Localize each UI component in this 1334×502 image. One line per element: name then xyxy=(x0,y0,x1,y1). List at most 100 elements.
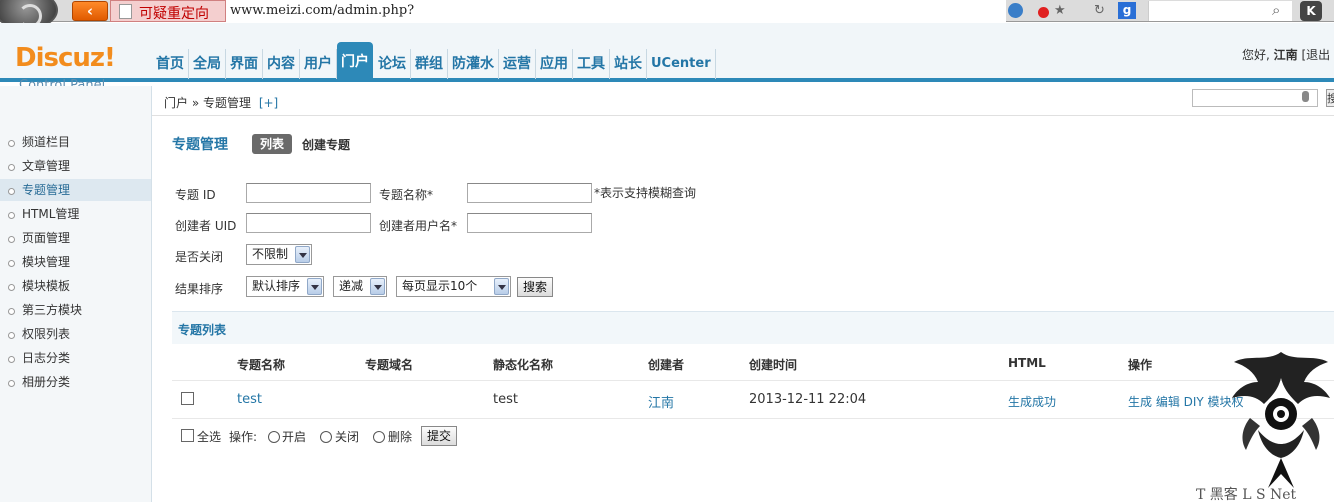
nav-ucenter[interactable]: UCenter xyxy=(647,49,716,79)
col-html: HTML xyxy=(1008,356,1046,370)
order-select[interactable]: 递减 xyxy=(333,276,387,297)
operation-label: 操作: xyxy=(229,430,258,444)
sidebar-item-block-templates[interactable]: 模块模板 xyxy=(0,275,151,297)
row-created-time: 2013-12-11 22:04 xyxy=(749,392,867,407)
col-topic-name: 专题名称 xyxy=(237,358,286,372)
main-nav: 首页 全局 界面 内容 用户 门户 论坛 群组 防灌水 运营 应用 工具 站长 … xyxy=(152,40,716,82)
search-button[interactable]: 搜索 xyxy=(517,277,553,297)
row-actions[interactable]: 生成 编辑 DIY 模块权 xyxy=(1128,393,1244,410)
sidebar-item-articles[interactable]: 文章管理 xyxy=(0,155,151,177)
reload-icon[interactable]: ↻ xyxy=(1094,3,1105,18)
topic-id-label: 专题 ID xyxy=(175,188,216,202)
block-icon[interactable] xyxy=(1038,7,1049,18)
topic-id-input[interactable] xyxy=(246,183,371,203)
watermark-text: T 黑客 L S Net xyxy=(1196,487,1297,502)
user-greeting: 您好, 江南 [退出 xyxy=(1242,46,1330,63)
topic-list-header: 专题列表 xyxy=(172,311,1334,344)
chevron-down-icon xyxy=(494,278,509,295)
row-topic-name[interactable]: test xyxy=(237,392,262,407)
per-page-select[interactable]: 每页显示10个 xyxy=(396,276,511,297)
chevron-down-icon xyxy=(307,278,322,295)
sidebar: 频道栏目 文章管理 专题管理 HTML管理 页面管理 模块管理 模块模板 第三方… xyxy=(0,86,152,502)
row-html-status[interactable]: 生成成功 xyxy=(1008,393,1056,410)
topic-list-heading: 专题列表 xyxy=(178,323,227,337)
select-all-label: 全选 xyxy=(197,430,222,444)
nav-groups[interactable]: 群组 xyxy=(411,49,448,79)
close-radio[interactable] xyxy=(320,431,332,443)
sidebar-item-album-categories[interactable]: 相册分类 xyxy=(0,371,151,393)
extension-icon[interactable] xyxy=(1008,3,1023,18)
sidebar-item-html[interactable]: HTML管理 xyxy=(0,203,151,225)
menu-search-input[interactable] xyxy=(1192,89,1318,107)
creator-uid-label: 创建者 UID xyxy=(175,219,237,233)
nav-apps[interactable]: 应用 xyxy=(536,49,573,79)
nav-tools[interactable]: 工具 xyxy=(573,49,610,79)
greeting-prefix: 您好, xyxy=(1242,48,1274,62)
col-actions: 操作 xyxy=(1128,358,1153,372)
topic-name-input[interactable] xyxy=(467,183,592,203)
creator-uid-input[interactable] xyxy=(246,213,371,233)
col-created-time: 创建时间 xyxy=(749,358,798,372)
menu-search-button[interactable]: 搜 xyxy=(1326,89,1334,107)
breadcrumb: 门户 » 专题管理 [+] xyxy=(164,94,278,111)
per-page-select-value: 每页显示10个 xyxy=(402,279,478,293)
sidebar-item-blocks[interactable]: 模块管理 xyxy=(0,251,151,273)
nav-forum[interactable]: 论坛 xyxy=(374,49,411,79)
nav-webmaster[interactable]: 站长 xyxy=(610,49,647,79)
browser-toolbar: ‹ 可疑重定向 www.meizi.com/admin.php? ★ ↻ g ⌕… xyxy=(0,0,1334,30)
nav-global[interactable]: 全局 xyxy=(189,49,226,79)
dragon-watermark-icon xyxy=(1232,352,1330,488)
select-all-checkbox[interactable] xyxy=(181,429,194,442)
row-static-name: test xyxy=(493,392,518,407)
sort-select[interactable]: 默认排序 xyxy=(246,276,324,297)
star-icon[interactable]: ★ xyxy=(1054,3,1066,18)
sidebar-item-permissions[interactable]: 权限列表 xyxy=(0,323,151,345)
sidebar-item-pages[interactable]: 页面管理 xyxy=(0,227,151,249)
redirect-warning[interactable]: 可疑重定向 xyxy=(110,0,226,22)
discuz-logo: Discuz! xyxy=(15,43,116,73)
row-creator[interactable]: 江南 xyxy=(648,392,674,411)
chevron-down-icon xyxy=(295,246,310,263)
close-label: 关闭 xyxy=(335,430,360,444)
sidebar-item-channels[interactable]: 频道栏目 xyxy=(0,131,151,153)
browser-search-input[interactable] xyxy=(1148,1,1292,21)
fuzzy-hint: *表示支持模糊查询 xyxy=(594,186,697,200)
col-topic-domain: 专题域名 xyxy=(365,358,414,372)
closed-select[interactable]: 不限制 xyxy=(246,244,312,265)
creator-name-label: 创建者用户名* xyxy=(379,219,458,233)
k-extension-icon[interactable]: K xyxy=(1300,1,1322,21)
page-title: 专题管理 xyxy=(172,137,228,153)
row-divider xyxy=(172,380,1334,381)
nav-anti-spam[interactable]: 防灌水 xyxy=(448,49,499,79)
open-label: 开启 xyxy=(282,430,307,444)
address-bar[interactable]: www.meizi.com/admin.php? xyxy=(226,0,1006,22)
row-checkbox[interactable] xyxy=(181,392,194,405)
google-search-icon[interactable]: g xyxy=(1118,2,1136,19)
order-select-value: 递减 xyxy=(339,279,364,293)
open-radio[interactable] xyxy=(268,431,280,443)
nav-users[interactable]: 用户 xyxy=(300,49,337,79)
add-shortcut-link[interactable]: [+] xyxy=(259,96,278,110)
delete-radio[interactable] xyxy=(373,431,385,443)
tab-list[interactable]: 列表 xyxy=(252,134,292,154)
sidebar-item-third-party[interactable]: 第三方模块 xyxy=(0,299,151,321)
tab-create-topic[interactable]: 创建专题 xyxy=(302,136,350,153)
sort-label: 结果排序 xyxy=(175,282,224,296)
breadcrumb-path: 门户 » 专题管理 xyxy=(164,96,251,110)
logout-link[interactable]: [退出 xyxy=(1298,48,1330,62)
row-divider xyxy=(172,418,1334,419)
nav-content[interactable]: 内容 xyxy=(263,49,300,79)
sidebar-item-log-categories[interactable]: 日志分类 xyxy=(0,347,151,369)
nav-interface[interactable]: 界面 xyxy=(226,49,263,79)
address-bar-url: www.meizi.com/admin.php? xyxy=(230,3,415,18)
sidebar-item-topics[interactable]: 专题管理 xyxy=(0,179,151,201)
mic-icon xyxy=(1302,91,1309,102)
username-link[interactable]: 江南 xyxy=(1274,48,1298,62)
back-button[interactable]: ‹ xyxy=(72,1,108,21)
nav-home[interactable]: 首页 xyxy=(152,49,189,79)
nav-operations[interactable]: 运营 xyxy=(499,49,536,79)
magnifier-icon[interactable]: ⌕ xyxy=(1272,3,1280,18)
submit-button[interactable]: 提交 xyxy=(421,426,457,446)
creator-name-input[interactable] xyxy=(467,213,592,233)
nav-portal[interactable]: 门户 xyxy=(337,42,373,82)
